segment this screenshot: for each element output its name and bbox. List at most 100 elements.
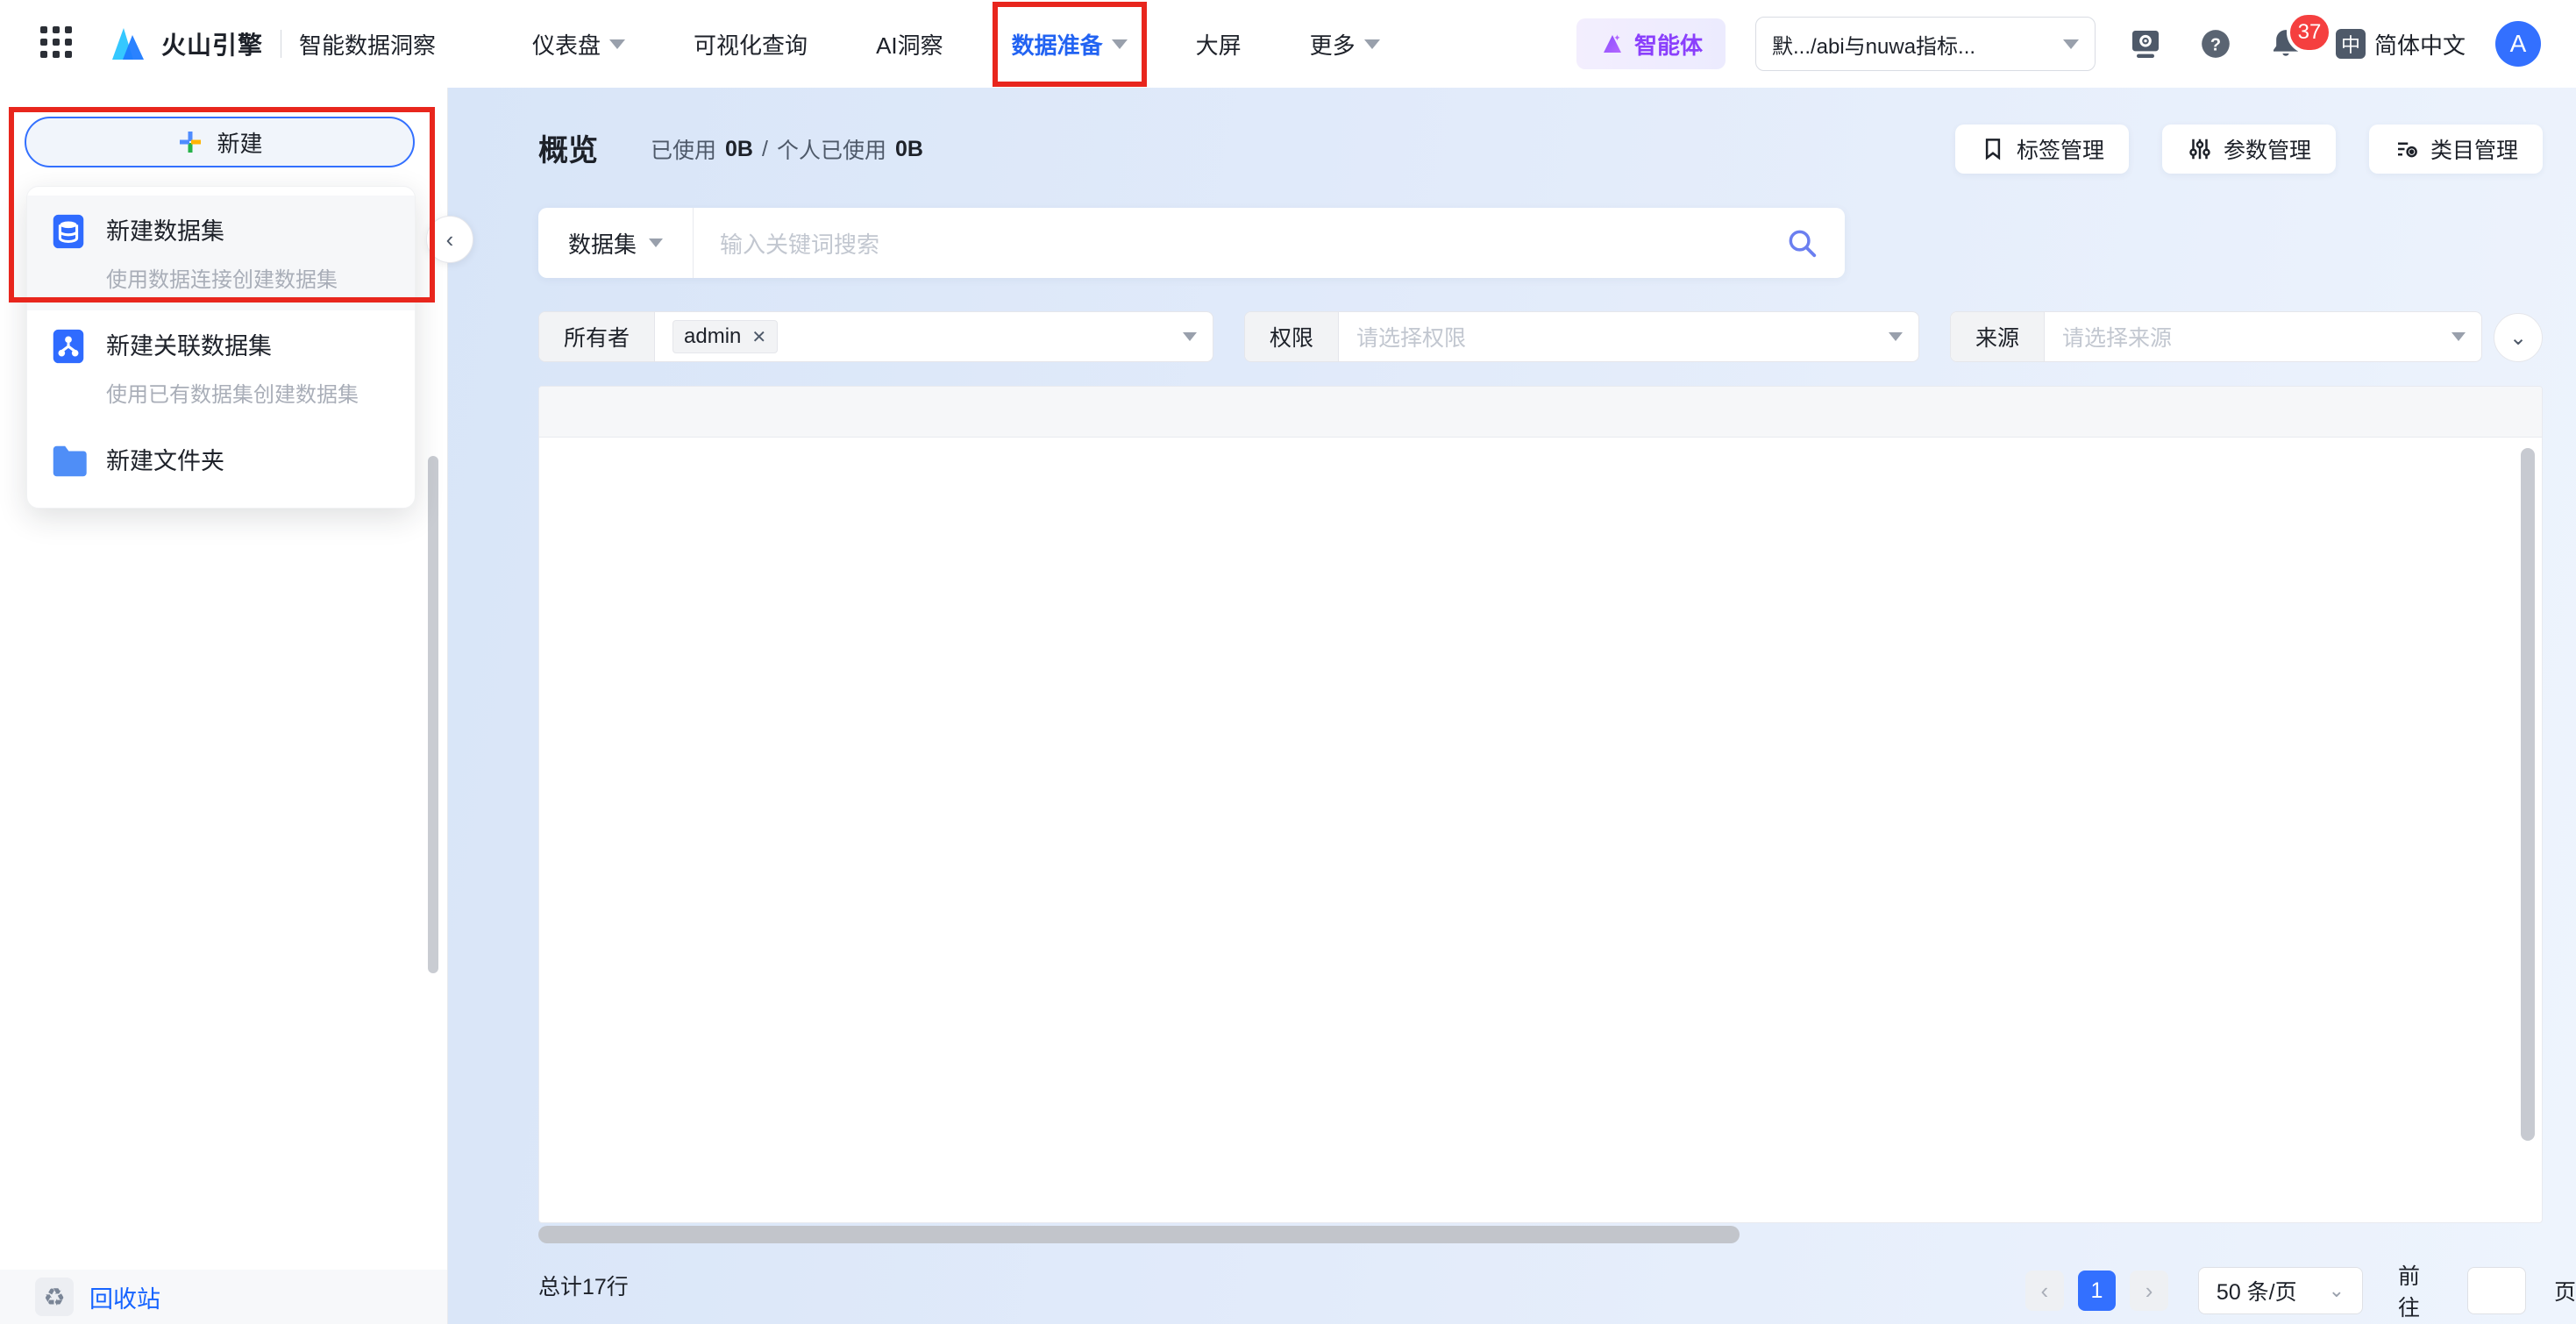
svg-text:✦: ✦ xyxy=(1613,33,1620,43)
menu-item-label: 新建文件夹 xyxy=(106,441,224,481)
filter-owner-tag: admin ✕ xyxy=(672,320,778,353)
vertical-scrollbar[interactable] xyxy=(2521,448,2535,1141)
nav-item-6[interactable]: 更多 xyxy=(1310,28,1380,61)
filter-source[interactable]: 来源 请选择来源 xyxy=(1950,311,2482,362)
chevron-down-icon xyxy=(1112,39,1128,49)
language-switcher[interactable]: 中 简体中文 xyxy=(2336,28,2466,61)
page-size-select[interactable]: 50 条/页 ⌄ xyxy=(2198,1267,2363,1314)
agent-label: 智能体 xyxy=(1634,28,1703,61)
goto-page-input[interactable] xyxy=(2467,1267,2526,1314)
workspace-value: 默.../abi与nuwa指标... xyxy=(1772,29,1975,60)
search-icon[interactable] xyxy=(1785,226,1818,260)
usage-separator: / xyxy=(762,137,768,162)
plus-icon xyxy=(176,128,204,156)
create-menu: 新建数据集使用数据连接创建数据集新建关联数据集使用已有数据集创建数据集新建文件夹 xyxy=(26,186,416,509)
sidebar-scrollbar[interactable] xyxy=(428,456,438,973)
language-label: 简体中文 xyxy=(2374,28,2466,61)
total-rows-label: 总计17行 xyxy=(538,1270,629,1301)
filter-owner-value: admin xyxy=(684,324,741,349)
menu-item-new-linked-dataset[interactable]: 新建关联数据集使用已有数据集创建数据集 xyxy=(27,310,415,425)
pagination: ‹ 1 › 50 条/页 ⌄ 前往 页 xyxy=(2025,1259,2576,1322)
filter-owner[interactable]: 所有者 admin ✕ xyxy=(538,311,1213,362)
sliders-icon xyxy=(2187,136,2213,162)
main-content: 概览 已使用 0B / 个人已使用 0B 标签管理参数管理类目管理 数据集 输入… xyxy=(447,88,2576,1324)
chevron-down-icon: ⌄ xyxy=(2329,1279,2345,1302)
horizontal-scrollbar[interactable] xyxy=(538,1226,1740,1243)
page-toolbar: 标签管理 参数管理 类目管理 xyxy=(1955,125,2543,174)
current-page-button[interactable]: 1 xyxy=(2078,1271,2117,1311)
parameter-management-button[interactable]: 参数管理 xyxy=(2162,125,2336,174)
nav-item-label: 大屏 xyxy=(1196,28,1242,61)
nav-item-label: 可视化查询 xyxy=(694,28,808,61)
nav-item-3[interactable]: AI洞察 xyxy=(876,28,943,61)
goto-label: 前往 xyxy=(2398,1259,2439,1322)
help-icon: ? xyxy=(2198,26,2233,61)
svg-text:?: ? xyxy=(2210,36,2221,55)
recycle-icon: ♻ xyxy=(35,1278,74,1316)
new-button-label: 新建 xyxy=(217,126,262,159)
console-button[interactable] xyxy=(2125,24,2166,64)
recycle-bin-item[interactable]: ♻ 回收站 xyxy=(0,1270,447,1324)
bookmark-icon xyxy=(1980,136,2006,162)
dataset-icon xyxy=(48,211,89,252)
nav-item-1[interactable]: 仪表盘 xyxy=(532,28,625,61)
chevron-down-icon xyxy=(609,39,625,49)
usage-prefix: 已使用 xyxy=(651,133,716,165)
chevron-down-icon xyxy=(2451,332,2466,341)
expand-filters-button[interactable]: ⌄ xyxy=(2494,313,2543,362)
next-page-button[interactable]: › xyxy=(2130,1271,2168,1311)
filter-permission-placeholder: 请选择权限 xyxy=(1356,321,1466,352)
brand-name: 火山引擎 xyxy=(161,26,263,61)
filter-row: 所有者 admin ✕ 权限 请选择权限 来源 请选择来源 ⌄ xyxy=(538,311,2543,362)
language-icon: 中 xyxy=(2336,29,2366,59)
console-icon xyxy=(2128,26,2163,61)
nav-item-label: 数据准备 xyxy=(1012,28,1103,61)
avatar[interactable]: A xyxy=(2495,21,2541,67)
chevron-down-icon xyxy=(649,238,663,247)
usage-summary: 已使用 0B / 个人已使用 0B xyxy=(651,133,923,165)
new-button[interactable]: 新建 xyxy=(25,117,415,167)
menu-item-description: 使用已有数据集创建数据集 xyxy=(106,377,359,408)
menu-item-new-dataset[interactable]: 新建数据集使用数据连接创建数据集 xyxy=(27,196,415,310)
topbar-right: ✦ 智能体 默.../abi与nuwa指标... ? xyxy=(1576,0,2576,88)
notifications-button[interactable]: 37 xyxy=(2266,24,2306,64)
usage-value: 0B xyxy=(725,137,753,162)
filter-source-label: 来源 xyxy=(1951,312,2045,361)
menu-item-label: 新建关联数据集 xyxy=(106,326,359,367)
nav-item-label: 仪表盘 xyxy=(532,28,601,61)
apps-grid-icon[interactable] xyxy=(40,26,75,61)
primary-nav: 仪表盘 可视化查询 AI洞察 数据准备 大屏 更多 xyxy=(532,28,1380,61)
notification-badge: 37 xyxy=(2287,11,2332,53)
tool-button-label: 标签管理 xyxy=(2017,133,2104,165)
nav-item-4[interactable]: 数据准备 xyxy=(1012,28,1128,61)
category-management-button[interactable]: 类目管理 xyxy=(2369,125,2543,174)
prev-page-button[interactable]: ‹ xyxy=(2025,1271,2064,1311)
menu-item-label: 新建数据集 xyxy=(106,211,338,252)
table-header xyxy=(539,387,2542,438)
workspace-select[interactable]: 默.../abi与nuwa指标... xyxy=(1755,17,2096,71)
dataset-table xyxy=(538,386,2543,1223)
search-scope-select[interactable]: 数据集 xyxy=(538,227,693,260)
chevron-down-icon xyxy=(1183,332,1197,341)
sidebar-collapse-button[interactable]: ‹ xyxy=(426,216,473,263)
product-name: 智能数据洞察 xyxy=(299,28,436,61)
search-bar: 数据集 输入关键词搜索 xyxy=(538,208,1845,278)
menu-item-description: 使用数据连接创建数据集 xyxy=(106,262,338,293)
filter-permission[interactable]: 权限 请选择权限 xyxy=(1244,311,1919,362)
folder-icon xyxy=(48,441,89,481)
sidebar: 新建 新建数据集使用数据连接创建数据集新建关联数据集使用已有数据集创建数据集新建… xyxy=(0,88,448,1324)
tool-button-label: 类目管理 xyxy=(2430,133,2518,165)
nav-item-label: AI洞察 xyxy=(876,28,943,61)
search-input[interactable]: 输入关键词搜索 xyxy=(694,227,1785,260)
agent-button[interactable]: ✦ 智能体 xyxy=(1576,18,1726,69)
search-scope-label: 数据集 xyxy=(568,227,637,260)
menu-item-new-folder[interactable]: 新建文件夹 xyxy=(27,425,415,499)
help-button[interactable]: ? xyxy=(2195,24,2236,64)
tag-management-button[interactable]: 标签管理 xyxy=(1955,125,2129,174)
volcengine-logo xyxy=(102,19,149,68)
filter-source-placeholder: 请选择来源 xyxy=(2062,321,2172,352)
nav-item-5[interactable]: 大屏 xyxy=(1196,28,1242,61)
nav-item-2[interactable]: 可视化查询 xyxy=(694,28,808,61)
remove-tag-icon[interactable]: ✕ xyxy=(751,326,766,348)
chevron-down-icon xyxy=(1364,39,1380,49)
